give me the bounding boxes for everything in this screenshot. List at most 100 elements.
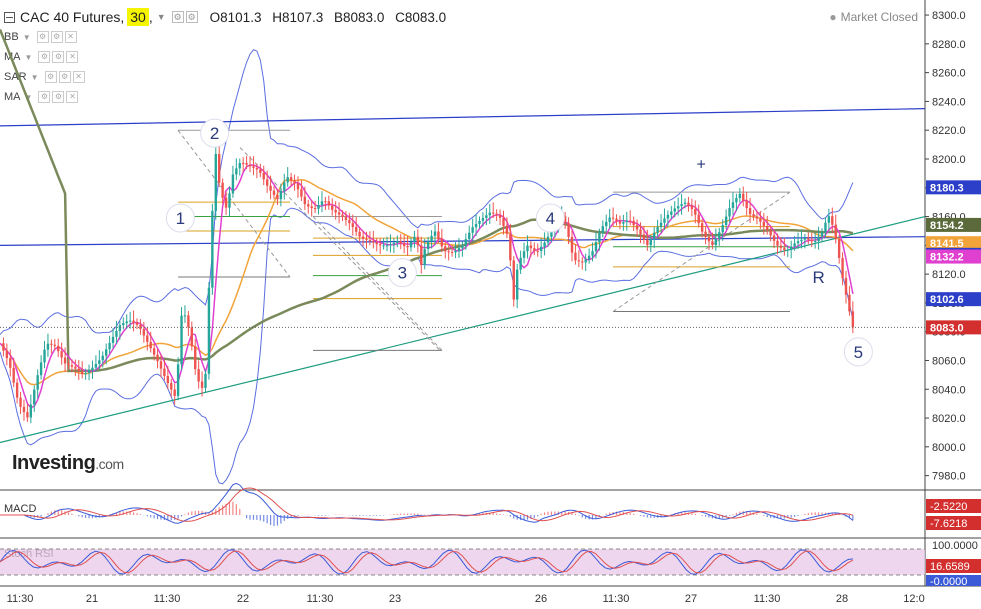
candle-body: [9, 358, 12, 368]
candle-body: [283, 182, 286, 191]
candle-body: [276, 194, 279, 200]
price-tick-label: 8240.0: [932, 96, 966, 108]
candle-body: [567, 223, 570, 237]
candle-body: [611, 217, 615, 219]
candle-body: [70, 365, 74, 367]
candle-body: [837, 239, 841, 258]
candle-body: [149, 341, 152, 349]
candle-body: [509, 233, 512, 261]
candle-body: [735, 198, 738, 203]
candle-body: [786, 249, 789, 251]
candle-body: [39, 362, 43, 376]
candle-body: [502, 217, 505, 226]
candle-body: [416, 236, 420, 246]
candle-body: [67, 363, 70, 366]
candle-body: [259, 169, 262, 173]
candle-body: [793, 243, 796, 247]
candle-body: [207, 287, 211, 374]
candle-body: [813, 241, 817, 243]
candle-body: [101, 355, 104, 361]
candle-body: [755, 216, 759, 219]
candle-body: [437, 231, 440, 239]
candle-body: [135, 322, 139, 325]
candle-body: [766, 226, 769, 231]
candle-body: [632, 220, 635, 226]
candle-body: [834, 224, 837, 240]
candle-body: [652, 232, 656, 240]
candle-body: [745, 200, 748, 209]
stoch-tick-label: 100.0000: [932, 540, 978, 552]
candle-body: [310, 206, 313, 209]
candle-body: [426, 241, 430, 250]
investing-logo: Investing.com: [12, 452, 124, 475]
candle-body: [454, 250, 457, 253]
candle-body: [300, 189, 303, 197]
candle-body: [485, 215, 488, 218]
candle-body: [512, 260, 515, 300]
candle-body: [642, 234, 646, 240]
candle-body: [851, 311, 855, 328]
candle-body: [779, 245, 783, 248]
price-tick-label: 8260.0: [932, 68, 966, 80]
candle-body: [307, 204, 310, 207]
ma-orange: [0, 178, 854, 386]
candle-body: [115, 330, 118, 337]
candle-body: [142, 329, 146, 336]
price-tick-label: 8040.0: [932, 384, 966, 396]
time-tick-label: 26: [535, 593, 547, 605]
price-tick-label: 8300.0: [932, 10, 966, 22]
candle-body: [594, 242, 598, 252]
candle-body: [635, 225, 639, 230]
price-label-text: 8102.6: [930, 294, 964, 306]
candle-body: [211, 210, 214, 288]
price-tick-label: 8060.0: [932, 355, 966, 367]
candle-body: [183, 315, 187, 317]
candle-body: [625, 220, 628, 223]
candle-body: [385, 245, 389, 247]
wave-label: 2: [210, 124, 219, 143]
candle-body: [166, 376, 170, 384]
candle-body: [392, 242, 396, 245]
candle-body: [533, 248, 536, 251]
candle-body: [646, 239, 649, 246]
candle-body: [413, 236, 416, 242]
candle-body: [303, 196, 307, 205]
candle-body: [748, 208, 752, 215]
candle-body: [372, 240, 375, 243]
stoch-value: 16.6589: [930, 561, 970, 573]
candle-body: [546, 236, 550, 243]
stoch-zero-value: -0.0000: [930, 576, 967, 588]
candle-body: [440, 238, 444, 247]
candle-body: [663, 218, 666, 223]
candle-body: [108, 342, 111, 350]
wave-label: R: [812, 268, 824, 287]
candle-body: [378, 244, 382, 246]
price-chart[interactable]: 8300.0 8280.0 8260.0 8240.0 8220.0 8200.0 8180…: [0, 0, 981, 609]
candle-body: [848, 294, 851, 312]
time-tick-label: 11:30: [7, 593, 34, 605]
candle-body: [622, 222, 625, 224]
candle-body: [608, 217, 611, 222]
candle-body: [515, 269, 519, 300]
candle-body: [77, 368, 80, 372]
candle-body: [43, 349, 46, 363]
candle-body: [327, 201, 331, 206]
candle-body: [313, 208, 317, 210]
candle-body: [492, 212, 495, 214]
price-label-text: 8180.3: [930, 182, 964, 194]
candle-body: [522, 251, 526, 258]
time-tick-label: 11:30: [754, 593, 781, 605]
candle-body: [676, 206, 680, 209]
candle-body: [464, 239, 468, 246]
candle-body: [348, 219, 351, 224]
candle-body: [673, 208, 676, 212]
candle-body: [526, 245, 529, 252]
fib-diagonal: [312, 216, 443, 351]
candle-body: [341, 214, 344, 217]
candle-body: [728, 208, 731, 217]
candle-body: [235, 168, 238, 175]
candle-body: [159, 361, 163, 369]
candle-body: [656, 226, 659, 233]
macd-value: -2.5220: [930, 501, 967, 513]
candle-body: [539, 246, 543, 251]
